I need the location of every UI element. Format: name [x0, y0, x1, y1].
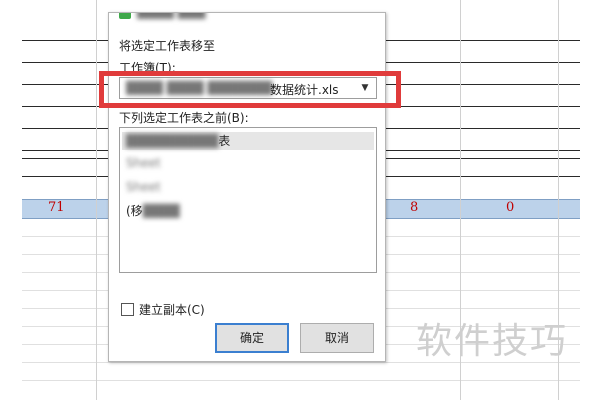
grid-line: [22, 380, 580, 381]
list-item[interactable]: Sheet: [126, 178, 161, 196]
dialog-title: ████ ███: [137, 13, 205, 19]
create-copy-checkbox[interactable]: [121, 303, 134, 316]
create-copy-label[interactable]: 建立副本(C): [139, 301, 205, 318]
sheet-name-blurred: ████: [142, 204, 180, 218]
cell-value[interactable]: 71: [48, 200, 65, 216]
annotation-highlight-box: [99, 71, 401, 108]
sheet-listbox[interactable]: ██████████表 Sheet Sheet (移████: [119, 127, 377, 273]
list-item[interactable]: (移████: [126, 202, 180, 220]
list-item[interactable]: ██████████表: [122, 132, 374, 150]
cell-value[interactable]: 8: [410, 200, 418, 216]
list-item[interactable]: Sheet: [126, 154, 161, 172]
before-sheet-label: 下列选定工作表之前(B):: [119, 111, 249, 125]
watermark-text: 软件技巧: [416, 321, 569, 362]
dialog-heading: 将选定工作表移至: [119, 39, 216, 53]
ok-button[interactable]: 确定: [215, 323, 289, 353]
move-sheet-dialog: ████ ███ 将选定工作表移至 工作簿(T): ████ ████ ████…: [108, 12, 386, 362]
dialog-titlebar: ████ ███: [109, 13, 385, 27]
sheet-name-prefix: (移: [126, 204, 143, 218]
grid-column-line: [96, 0, 97, 400]
sheet-name-blurred: Sheet: [126, 180, 161, 194]
sheet-name-blurred: Sheet: [126, 156, 161, 170]
cell-value[interactable]: 0: [506, 200, 514, 216]
cancel-button[interactable]: 取消: [300, 323, 374, 353]
sheet-name-suffix: 表: [218, 134, 231, 148]
sheet-name-blurred: ██████████: [126, 134, 219, 148]
app-icon: [119, 13, 131, 19]
